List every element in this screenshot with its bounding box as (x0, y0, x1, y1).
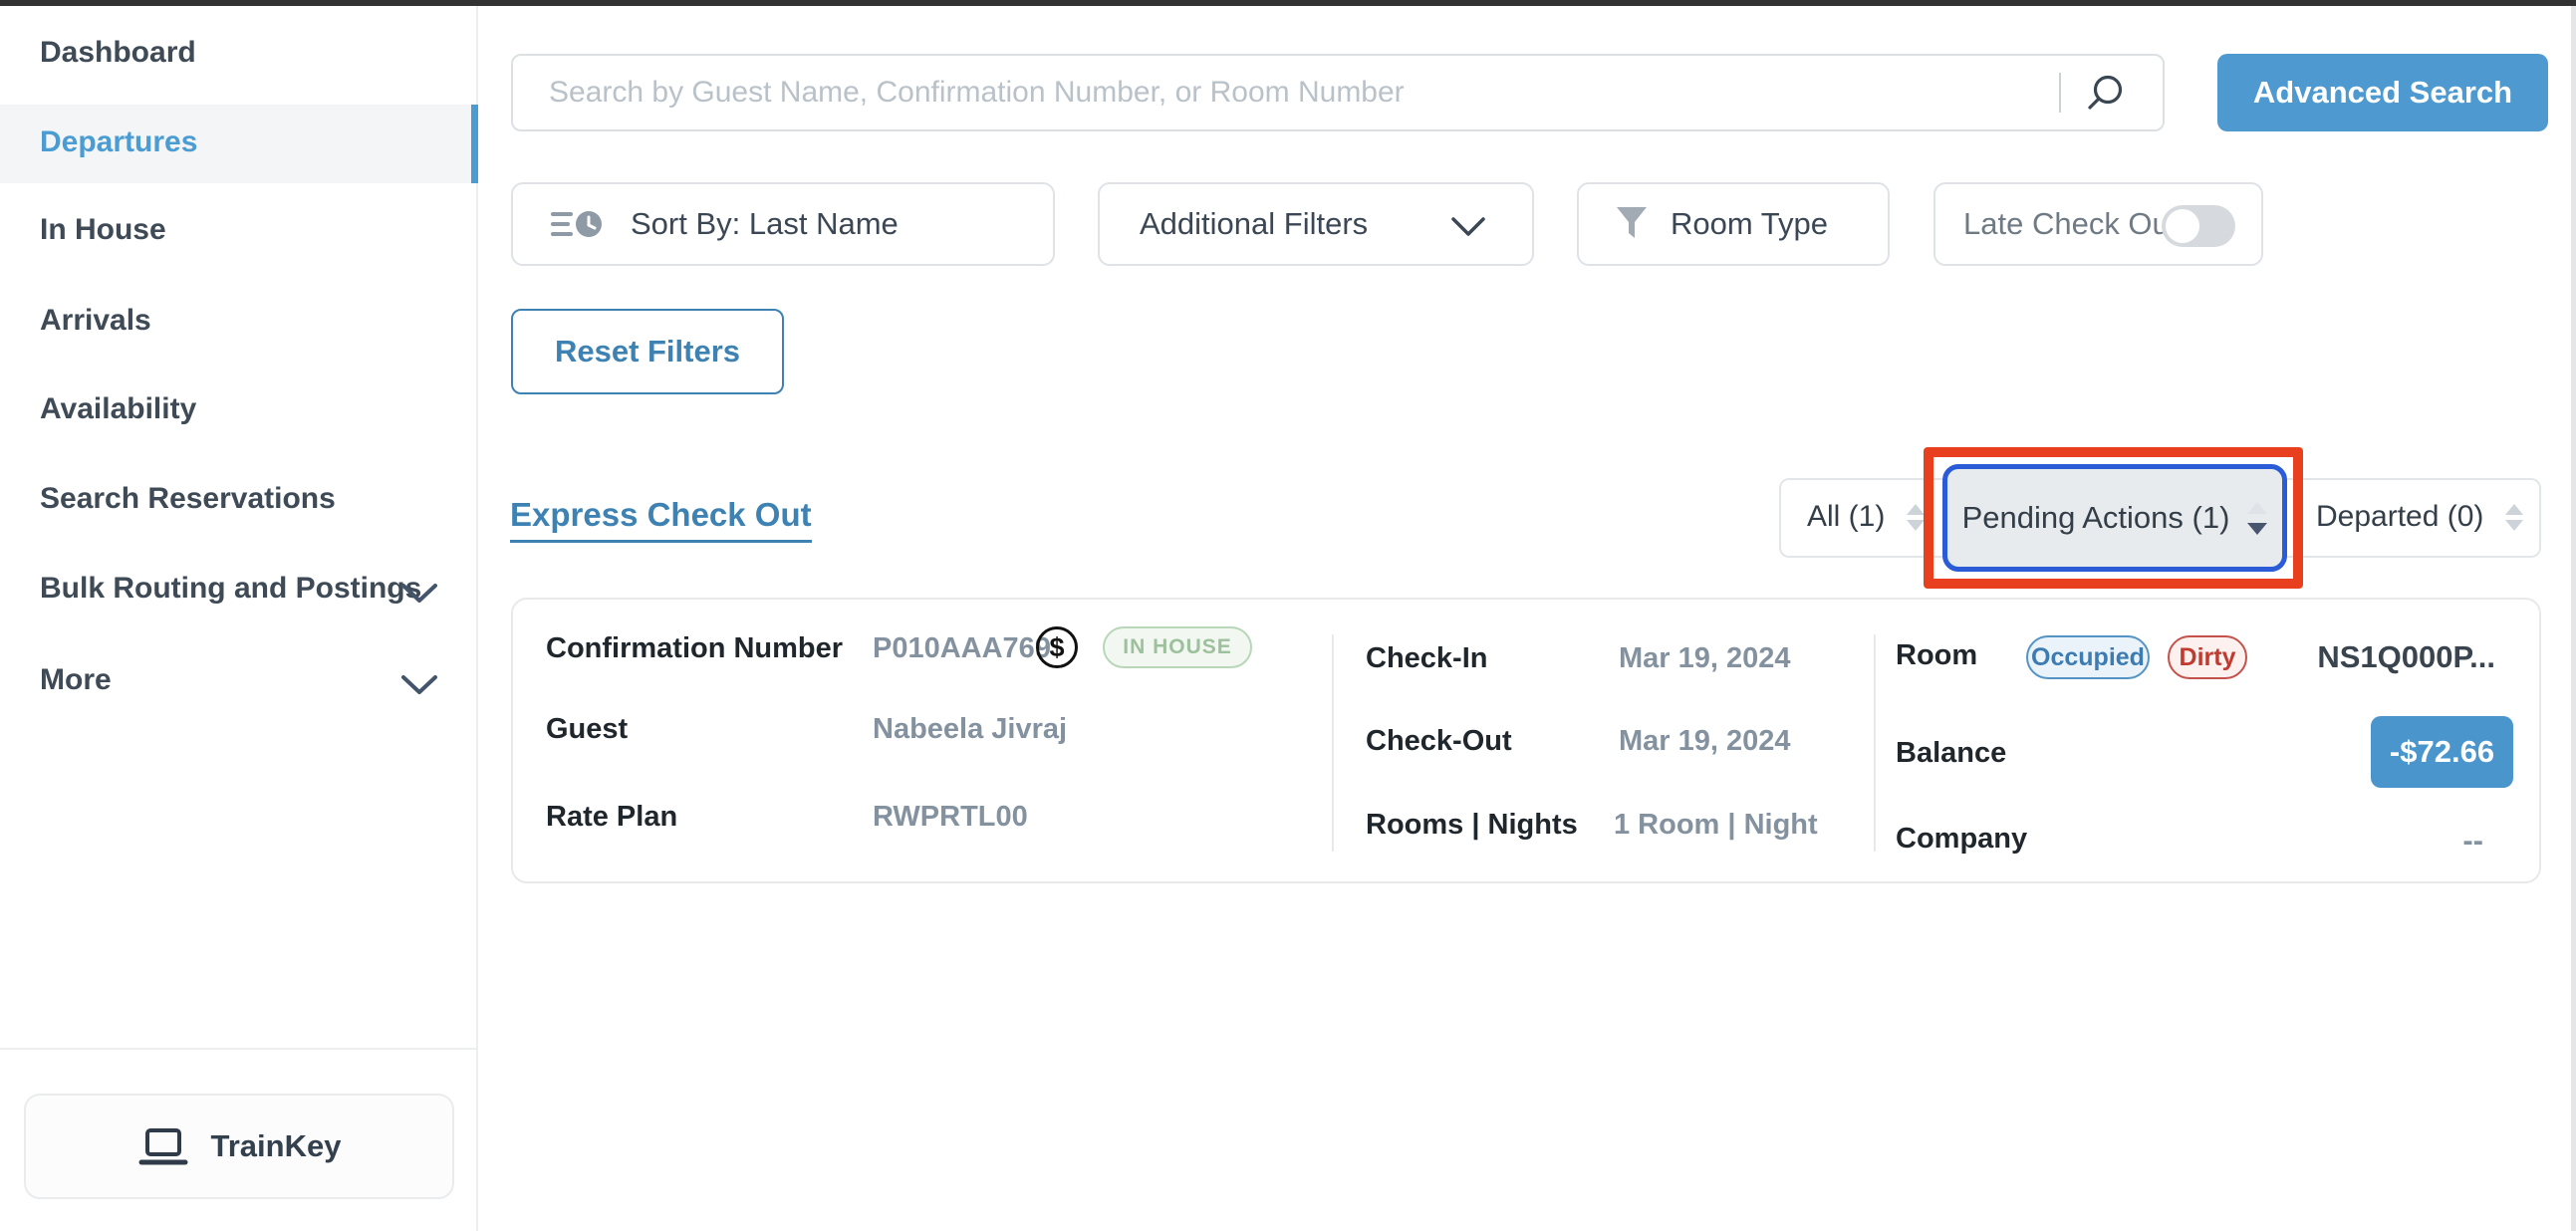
funnel-icon (1615, 205, 1649, 243)
laptop-icon (137, 1126, 189, 1166)
sidebar-item-arrivals[interactable]: Arrivals (40, 304, 151, 338)
sidebar-item-search-reservations[interactable]: Search Reservations (40, 482, 336, 516)
tab-departed-label: Departed (0) (2316, 500, 2483, 534)
in-house-status-badge: IN HOUSE (1103, 626, 1252, 668)
dollar-circle-icon[interactable]: $ (1036, 626, 1078, 668)
scrollbar-track[interactable] (2571, 6, 2576, 1231)
tab-pending-actions-dropdown[interactable]: Pending Actions (1) (1942, 464, 2287, 572)
sort-arrows-icon (2505, 504, 2523, 531)
balance-button[interactable]: -$72.66 (2371, 716, 2513, 788)
search-divider (2059, 73, 2061, 113)
rooms-nights-label: Rooms | Nights (1366, 809, 1578, 842)
rate-plan-label: Rate Plan (546, 801, 677, 834)
tab-all[interactable]: All (1) (1807, 500, 1925, 534)
balance-label: Balance (1896, 737, 2006, 770)
room-type-filter[interactable]: Room Type (1577, 182, 1890, 266)
check-out-value: Mar 19, 2024 (1619, 725, 1791, 758)
company-label: Company (1896, 823, 2027, 856)
check-out-label: Check-Out (1366, 725, 1512, 758)
advanced-search-button[interactable]: Advanced Search (2217, 54, 2548, 131)
departures-page: Dashboard Departures In House Arrivals A… (0, 0, 2576, 1231)
express-check-out-link[interactable]: Express Check Out (510, 496, 812, 543)
sidebar-item-departures-label: Departures (40, 125, 197, 159)
sidebar-item-more[interactable]: More (40, 663, 112, 697)
trainkey-label: TrainKey (211, 1128, 342, 1164)
sidebar-item-dashboard[interactable]: Dashboard (40, 36, 196, 70)
sidebar: Dashboard Departures In House Arrivals A… (0, 6, 478, 1231)
sidebar-item-departures[interactable]: Departures (0, 105, 478, 183)
additional-filters-label: Additional Filters (1140, 206, 1368, 242)
room-number-value: NS1Q000P... (2317, 639, 2495, 675)
rate-plan-value: RWPRTL00 (873, 801, 1028, 834)
trainkey-button[interactable]: TrainKey (24, 1094, 454, 1199)
additional-filters-dropdown[interactable]: Additional Filters (1098, 182, 1534, 266)
sort-by-dropdown[interactable]: Sort By: Last Name (511, 182, 1055, 266)
sort-arrows-icon (1907, 504, 1925, 531)
card-divider (1332, 634, 1334, 852)
occupied-badge: Occupied (2026, 635, 2150, 679)
tab-departed[interactable]: Departed (0) (2316, 500, 2523, 534)
sort-by-label: Sort By: Last Name (631, 206, 899, 242)
room-label: Room (1896, 639, 1977, 672)
active-indicator-bar (471, 105, 478, 183)
toggle-knob (2166, 209, 2199, 243)
search-bar (511, 54, 2165, 131)
card-divider (1874, 634, 1876, 852)
chevron-down-icon (400, 673, 438, 697)
tab-pending-actions-label: Pending Actions (1) (1962, 500, 2230, 536)
guest-value: Nabeela Jivraj (873, 713, 1067, 746)
sidebar-item-availability[interactable]: Availability (40, 392, 196, 426)
sort-arrows-icon (2247, 502, 2267, 535)
search-icon[interactable] (2083, 71, 2127, 115)
room-type-label: Room Type (1671, 206, 1828, 242)
late-checkout-toggle[interactable] (2162, 205, 2235, 247)
check-in-value: Mar 19, 2024 (1619, 642, 1791, 675)
sidebar-item-in-house[interactable]: In House (40, 213, 166, 247)
search-input[interactable] (513, 56, 2047, 129)
company-value: -- (2462, 823, 2483, 859)
chevron-down-icon (1450, 216, 1486, 238)
sort-by-clock-icon (551, 204, 605, 244)
late-checkout-filter: Late Check Out (1933, 182, 2263, 266)
confirmation-number-value: P010AAA769 (873, 632, 1051, 665)
guest-label: Guest (546, 713, 628, 746)
tab-all-label: All (1) (1807, 500, 1885, 534)
reset-filters-button[interactable]: Reset Filters (511, 309, 784, 394)
reservation-card: Confirmation Number P010AAA769 $ IN HOUS… (511, 598, 2541, 883)
confirmation-number-label: Confirmation Number (546, 632, 843, 665)
check-in-label: Check-In (1366, 642, 1487, 675)
dirty-badge: Dirty (2168, 635, 2247, 679)
sidebar-divider (0, 1048, 476, 1050)
late-checkout-label: Late Check Out (1963, 206, 2178, 242)
sidebar-item-bulk-routing[interactable]: Bulk Routing and Postings (40, 572, 421, 606)
chevron-down-icon (400, 582, 438, 606)
rooms-nights-value: 1 Room | Night (1614, 809, 1818, 842)
